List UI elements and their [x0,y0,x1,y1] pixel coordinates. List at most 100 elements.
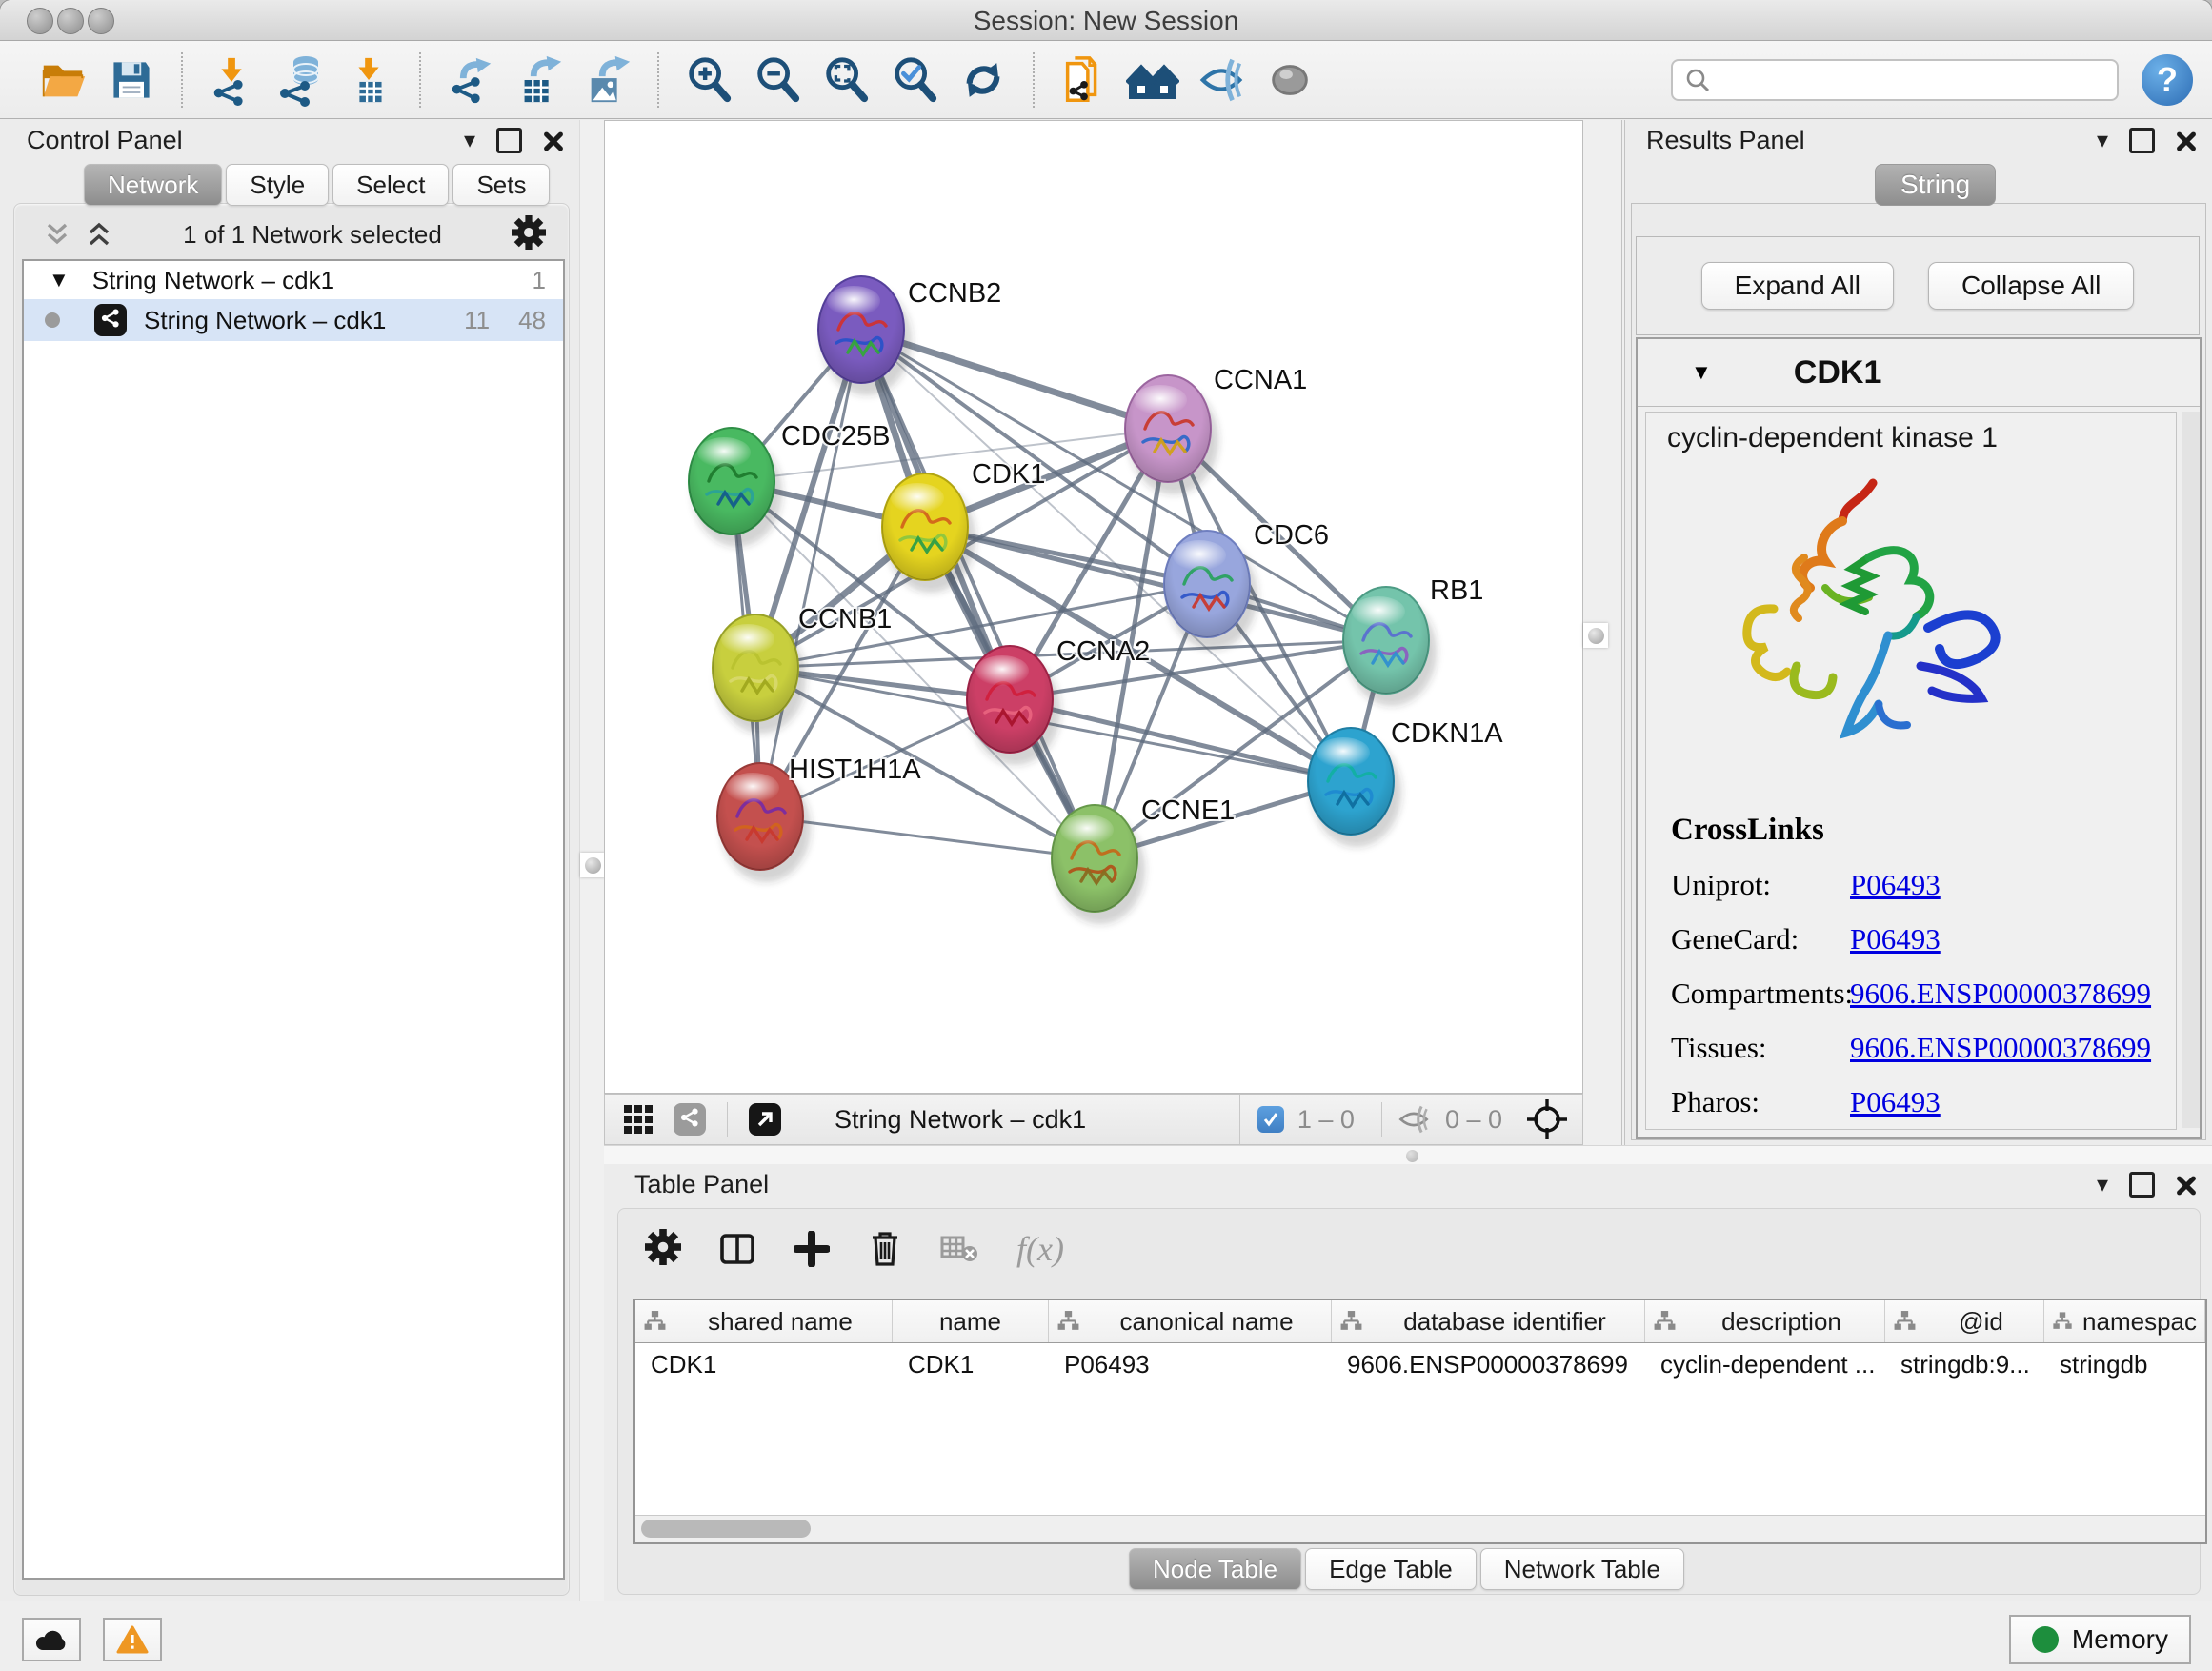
network-canvas[interactable]: CCNB2CCNA1CDC25BCDK1CDC6RB1CCNB1CCNA2CDK… [604,120,1583,1094]
memory-button[interactable]: Memory [2009,1615,2191,1664]
gene-card-scrollbar[interactable] [2182,412,2200,1128]
network-node-CCNE1[interactable] [1052,805,1145,924]
left-splitter[interactable] [579,120,605,1601]
table-options-gear-icon[interactable] [645,1229,681,1270]
import-network-from-database-icon[interactable] [272,50,330,110]
tab-node-table[interactable]: Node Table [1129,1548,1301,1590]
selected-checkbox-icon[interactable] [1257,1106,1284,1133]
horizontal-splitter[interactable] [604,1145,2212,1166]
collapse-panel-icon[interactable]: ▾ [2097,130,2108,152]
table-row[interactable]: CDK1CDK1P064939606.ENSP00000378699cyclin… [635,1343,2205,1385]
table-horizontal-scrollbar[interactable] [635,1515,2205,1542]
scrollbar-thumb[interactable] [641,1520,811,1538]
network-collection-row[interactable]: ▼ String Network – cdk1 1 [24,261,563,299]
open-session-icon[interactable] [34,50,91,110]
column-header-canonical-name[interactable]: canonical name [1049,1300,1332,1342]
tab-network[interactable]: Network [84,164,222,206]
control-panel-tabs: NetworkStyleSelectSets [84,164,553,206]
collapse-panel-icon[interactable]: ▾ [464,130,475,152]
table-cell[interactable]: CDK1 [635,1350,893,1379]
delete-column-icon[interactable] [868,1230,902,1268]
network-node-CDC6[interactable] [1164,531,1257,650]
table-cell[interactable]: stringdb:9... [1885,1350,2044,1379]
left-splitter-handle[interactable] [580,853,605,877]
show-columns-icon[interactable] [719,1231,755,1267]
crosslink-link-4[interactable]: P06493 [1850,1085,1941,1119]
export-network-icon[interactable] [442,50,499,110]
search-input[interactable] [1719,64,2117,95]
close-panel-icon[interactable] [543,131,564,151]
cloud-status-button[interactable] [22,1618,81,1661]
float-panel-icon[interactable] [2129,1172,2155,1198]
gene-card-header[interactable]: ▼ CDK1 [1638,339,2200,407]
hide-glass-icon[interactable] [1193,50,1250,110]
crosslink-link-0[interactable]: P06493 [1850,868,1941,902]
network-node-CDC25B[interactable] [689,428,782,547]
gene-expand-icon[interactable]: ▼ [1691,360,1712,385]
birds-eye-view-icon[interactable] [1525,1097,1569,1141]
import-network-icon[interactable] [204,50,261,110]
export-table-icon[interactable] [511,50,568,110]
zoom-fit-icon[interactable] [817,50,875,110]
column-header-description[interactable]: description [1645,1300,1885,1342]
collapse-panel-icon[interactable]: ▾ [2097,1174,2108,1197]
zoom-selected-icon[interactable] [886,50,943,110]
close-panel-icon[interactable] [2176,1175,2197,1196]
collapse-all-icon[interactable] [43,221,71,248]
warnings-button[interactable] [103,1618,162,1661]
apply-layout-icon[interactable] [955,50,1012,110]
tab-string[interactable]: String [1875,164,1996,206]
close-panel-icon[interactable] [2176,131,2197,151]
import-table-icon[interactable] [341,50,398,110]
table-cell[interactable]: 9606.ENSP00000378699 [1332,1350,1645,1379]
tab-edge-table[interactable]: Edge Table [1305,1548,1477,1590]
stringify-network-icon[interactable] [1056,50,1113,110]
column-header-@id[interactable]: @id [1885,1300,2044,1342]
footer-separator [727,1102,728,1137]
network-node-CCNB2[interactable] [818,276,912,395]
create-column-icon[interactable] [794,1231,830,1267]
network-node-CCNA2[interactable] [967,646,1060,765]
right-splitter[interactable] [1583,120,1625,1145]
column-header-name[interactable]: name [893,1300,1049,1342]
table-cell[interactable]: cyclin-dependent ... [1645,1350,1885,1379]
table-cell[interactable]: P06493 [1049,1350,1332,1379]
export-image-icon[interactable] [579,50,636,110]
grid-view-icon[interactable] [622,1103,654,1136]
zoom-out-icon[interactable] [749,50,806,110]
tab-style[interactable]: Style [226,164,329,206]
column-header-namespac[interactable]: namespac [2044,1300,2205,1342]
tab-sets[interactable]: Sets [452,164,550,206]
selection-counts-box: 1 – 0 0 – 0 [1239,1095,1582,1144]
tab-select[interactable]: Select [332,164,449,206]
network-node-RB1[interactable] [1343,587,1437,706]
string-home-icon[interactable] [1124,50,1181,110]
float-panel-icon[interactable] [2129,128,2155,153]
column-header-shared-name[interactable]: shared name [635,1300,893,1342]
right-splitter-handle[interactable] [1583,623,1608,648]
collection-expand-icon[interactable]: ▼ [49,268,70,292]
open-in-navigator-icon[interactable] [749,1103,781,1136]
zoom-in-icon[interactable] [680,50,737,110]
table-cell[interactable]: CDK1 [893,1350,1049,1379]
tab-network-table[interactable]: Network Table [1480,1548,1684,1590]
eye-icon[interactable] [1261,50,1318,110]
network-options-gear-icon[interactable] [512,215,546,254]
crosslink-link-2[interactable]: 9606.ENSP00000378699 [1850,976,2151,1011]
save-session-icon[interactable] [103,50,160,110]
network-node-label-RB1: RB1 [1430,575,1483,606]
expand-all-icon[interactable] [85,221,113,248]
table-cell[interactable]: stringdb [2044,1350,2205,1379]
network-node-CCNB1[interactable] [713,614,806,734]
crosslink-link-3[interactable]: 9606.ENSP00000378699 [1850,1031,2151,1065]
collapse-all-button[interactable]: Collapse All [1928,262,2134,310]
crosslink-link-1[interactable]: P06493 [1850,922,1941,956]
horizontal-splitter-handle[interactable] [1406,1150,1418,1162]
expand-all-button[interactable]: Expand All [1701,262,1894,310]
float-panel-icon[interactable] [496,128,522,153]
network-node-CDKN1A[interactable] [1308,728,1401,847]
network-row-selected[interactable]: String Network – cdk1 11 48 [24,299,563,341]
help-icon[interactable]: ? [2142,54,2193,106]
column-header-database-identifier[interactable]: database identifier [1332,1300,1645,1342]
string-badge-icon[interactable] [674,1103,706,1136]
